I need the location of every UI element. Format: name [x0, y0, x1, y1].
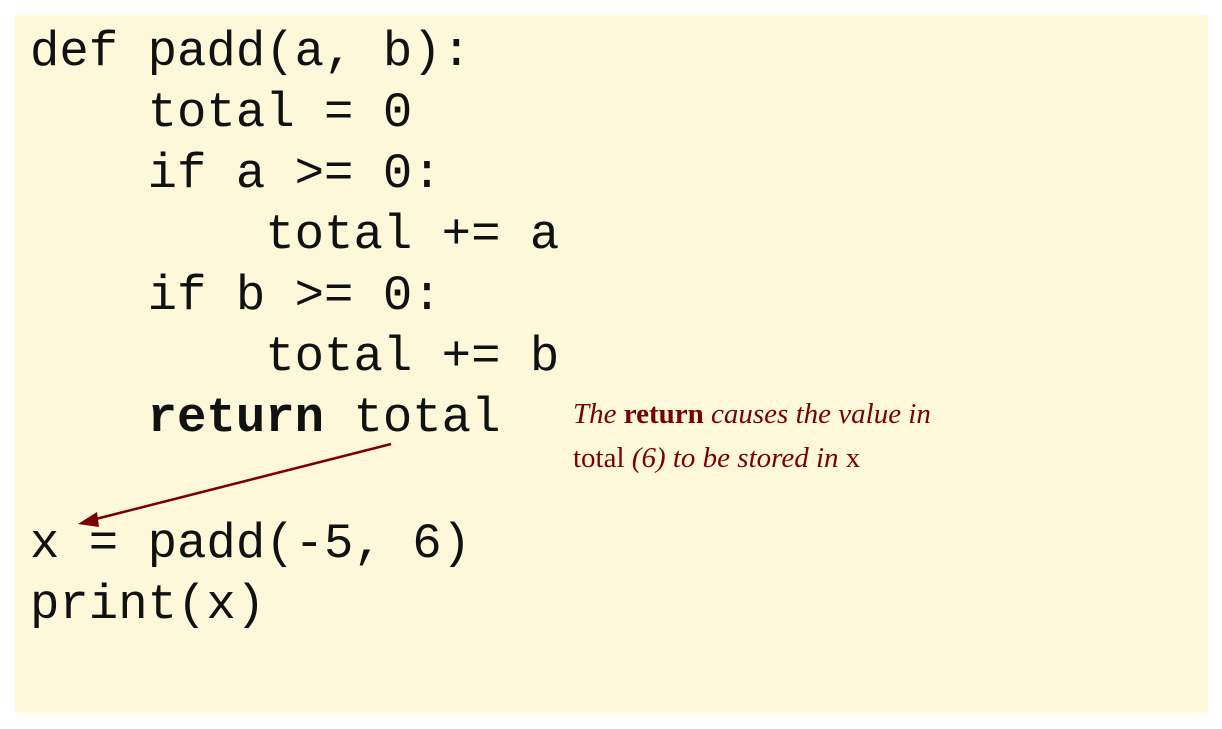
arrow-head	[78, 512, 99, 527]
arrow-line	[91, 442, 392, 522]
return-arrow	[78, 442, 392, 527]
